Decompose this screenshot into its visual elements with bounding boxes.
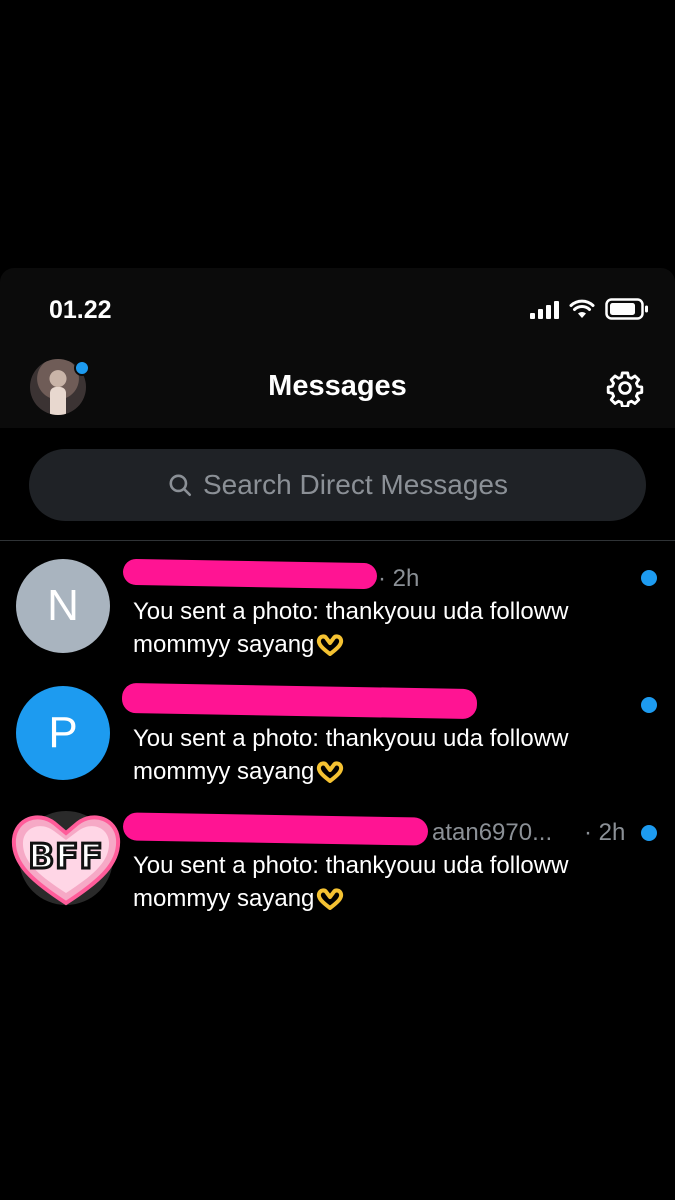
timestamp: · 2h [584,819,626,846]
preview-line: mommyy sayang [133,758,315,785]
handle: atan6970... [432,819,553,846]
heart-hands-icon [316,886,344,910]
preview-line: mommyy sayang [133,885,315,912]
gear-icon[interactable] [606,369,644,408]
preview-line: You sent a photo: thankyouu uda followw [133,852,569,879]
unread-dot [641,570,657,586]
unread-dot [641,825,657,841]
conversation-row[interactable]: P You sent a photo: thankyouu uda follow… [0,668,675,793]
redacted-name [121,682,478,720]
status-icons [530,298,649,320]
timestamp: · 2h [378,565,420,592]
avatar-text: BFF [27,836,104,879]
signal-icon [530,300,559,319]
wifi-icon [569,299,595,319]
redacted-name [122,812,429,846]
preview-line: You sent a photo: thankyouu uda followw [133,598,569,625]
unread-dot [641,697,657,713]
preview-line: mommyy sayang [133,631,315,658]
search-placeholder: Search Direct Messages [202,469,508,500]
status-time: 01.22 [49,296,112,324]
messages-screen: 01.22 Messages Search Direct Messages N … [0,268,675,1200]
bff-avatar[interactable]: BFF [10,809,122,907]
page-title: Messages [268,370,407,402]
avatar[interactable]: P [16,686,110,780]
search-input[interactable]: Search Direct Messages [29,449,646,521]
battery-icon [605,298,649,320]
heart-hands-icon [316,759,344,783]
message-preview: You sent a photo: thankyouu uda followw … [133,595,633,661]
redacted-name [122,558,378,590]
conversation-row[interactable]: BFF atan6970... · 2h You sent a photo: t… [0,795,675,920]
conversation-row[interactable]: N · 2h You sent a photo: thankyouu uda f… [0,541,675,666]
top-bar: 01.22 Messages [0,268,675,428]
heart-hands-icon [316,632,344,656]
message-preview: You sent a photo: thankyouu uda followw … [133,722,633,788]
message-preview: You sent a photo: thankyouu uda followw … [133,849,633,915]
avatar[interactable]: N [16,559,110,653]
search-icon [169,474,192,497]
preview-line: You sent a photo: thankyouu uda followw [133,725,569,752]
